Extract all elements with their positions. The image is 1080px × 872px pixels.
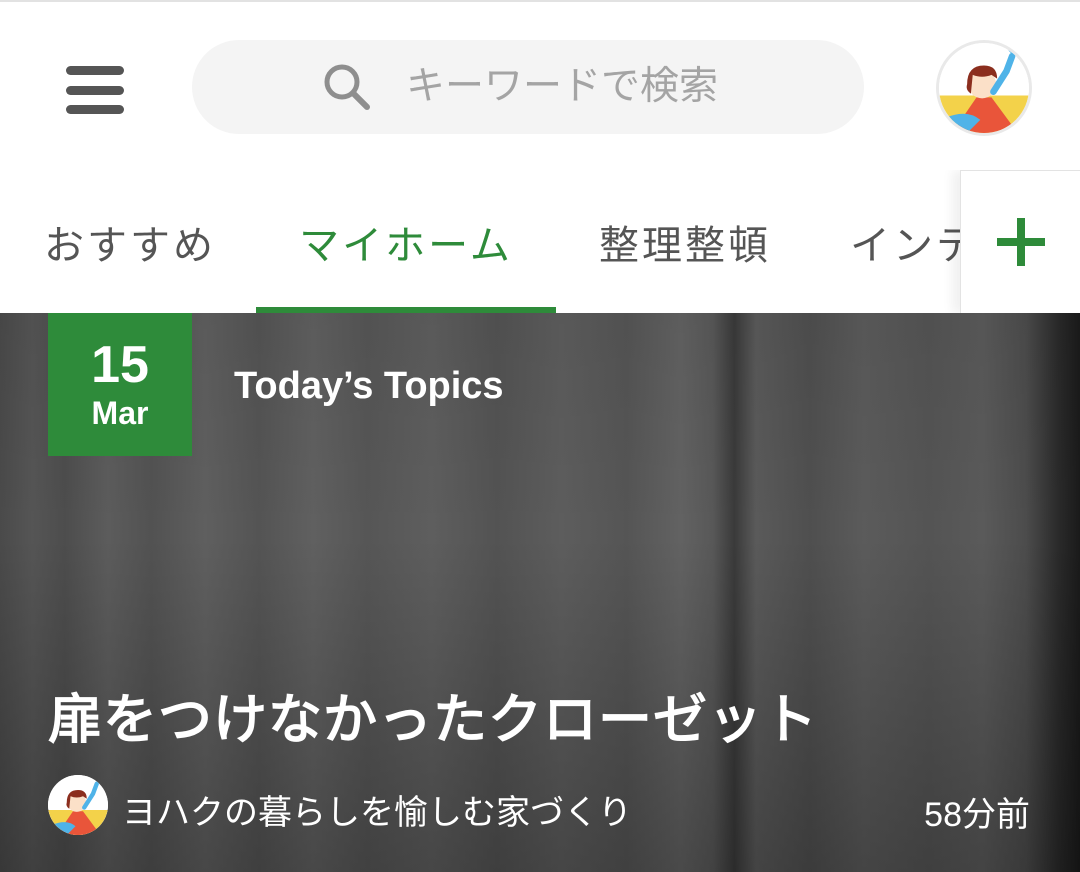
date-badge: 15 Mar bbox=[48, 313, 192, 456]
tab-organizing[interactable]: 整理整頓 bbox=[590, 170, 780, 313]
menu-line bbox=[66, 85, 124, 95]
app-header bbox=[0, 0, 1080, 170]
menu-line bbox=[66, 105, 124, 114]
search-icon bbox=[324, 64, 370, 110]
post-time: 58分前 bbox=[924, 796, 1030, 834]
date-month: Mar bbox=[91, 394, 149, 431]
user-avatar[interactable] bbox=[936, 40, 1032, 136]
menu-line bbox=[66, 66, 124, 75]
date-day: 15 bbox=[91, 335, 149, 394]
article-title[interactable]: 扉をつけなかったクローゼット bbox=[48, 675, 818, 754]
author-avatar[interactable] bbox=[48, 775, 108, 835]
todays-topic-card[interactable]: 15 Mar Today’s Topics 扉をつけなかったクローゼット ヨハク… bbox=[0, 313, 1080, 872]
topics-heading: Today’s Topics bbox=[234, 365, 504, 407]
tab-my-home[interactable]: マイホーム bbox=[256, 170, 556, 313]
search-bar[interactable] bbox=[192, 40, 864, 134]
author-name[interactable]: ヨハクの暮らしを愉しむ家づくり bbox=[122, 785, 632, 834]
category-tabs: おすすめ マイホーム 整理整頓 インテ bbox=[0, 170, 1080, 313]
tab-recommended[interactable]: おすすめ bbox=[38, 170, 222, 313]
search-input[interactable] bbox=[406, 54, 826, 118]
author-avatar-illustration bbox=[48, 775, 108, 835]
avatar-illustration bbox=[939, 43, 1029, 133]
add-tab-button[interactable] bbox=[960, 170, 1080, 313]
hamburger-menu-icon[interactable] bbox=[60, 62, 130, 118]
plus-icon bbox=[996, 218, 1045, 266]
